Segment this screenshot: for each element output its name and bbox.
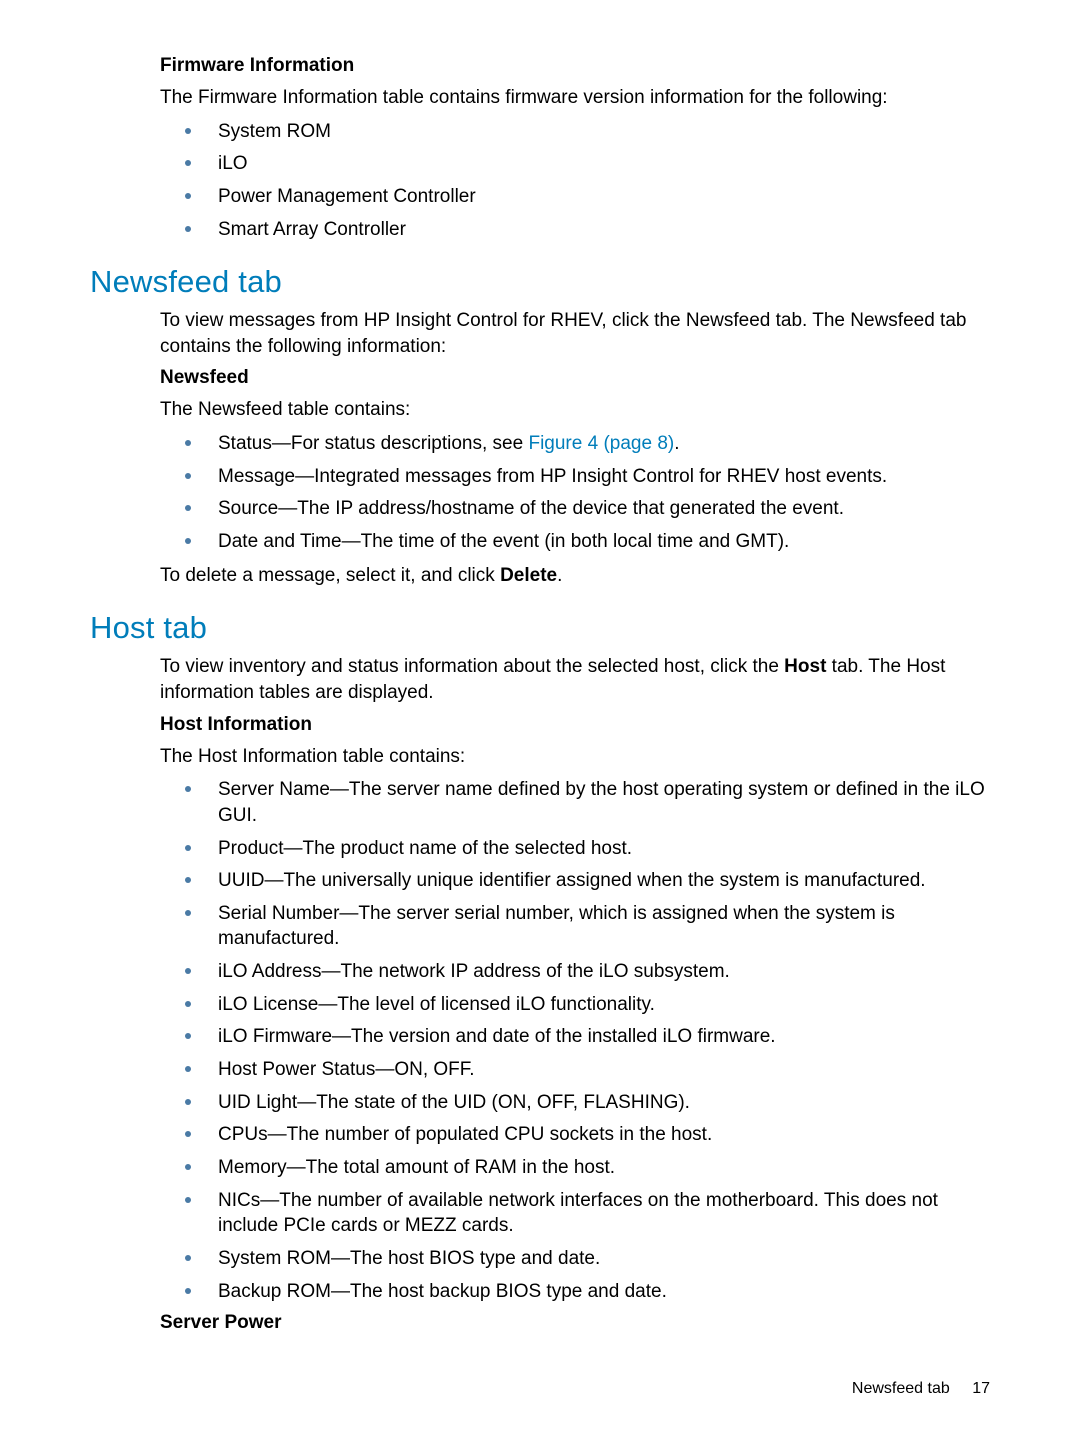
list-item: CPUs—The number of populated CPU sockets…	[160, 1122, 990, 1148]
text: To view inventory and status information…	[160, 656, 784, 677]
list-item: iLO Address—The network IP address of th…	[160, 959, 990, 985]
list-item: Product—The product name of the selected…	[160, 836, 990, 862]
list-item: Message—Integrated messages from HP Insi…	[160, 464, 990, 490]
newsfeed-section-title: Newsfeed tab	[90, 264, 990, 300]
page-content: Firmware Information The Firmware Inform…	[90, 55, 990, 1334]
host-intro: To view inventory and status information…	[160, 654, 990, 705]
list-item: NICs—The number of available network int…	[160, 1188, 990, 1239]
text: .	[674, 433, 679, 454]
firmware-intro: The Firmware Information table contains …	[160, 85, 990, 111]
text: .	[557, 565, 562, 586]
list-item: iLO	[160, 151, 990, 177]
list-item: Power Management Controller	[160, 184, 990, 210]
list-item: Status—For status descriptions, see Figu…	[160, 431, 990, 457]
page-number: 17	[972, 1380, 990, 1397]
list-item: iLO License—The level of licensed iLO fu…	[160, 992, 990, 1018]
host-section-title: Host tab	[90, 610, 990, 646]
newsfeed-intro: To view messages from HP Insight Control…	[160, 308, 990, 359]
newsfeed-delete-note: To delete a message, select it, and clic…	[160, 563, 990, 589]
text: To delete a message, select it, and clic…	[160, 565, 500, 586]
list-item: Server Name—The server name defined by t…	[160, 777, 990, 828]
page-footer: Newsfeed tab 17	[852, 1380, 990, 1398]
firmware-list: System ROM iLO Power Management Controll…	[160, 119, 990, 243]
list-item: System ROM—The host BIOS type and date.	[160, 1246, 990, 1272]
delete-bold: Delete	[500, 565, 557, 586]
list-item: UUID—The universally unique identifier a…	[160, 868, 990, 894]
firmware-heading: Firmware Information	[160, 55, 990, 77]
list-item: Serial Number—The server serial number, …	[160, 901, 990, 952]
newsfeed-list: Status—For status descriptions, see Figu…	[160, 431, 990, 555]
server-power-heading: Server Power	[160, 1312, 990, 1334]
footer-label: Newsfeed tab	[852, 1380, 950, 1397]
list-item: System ROM	[160, 119, 990, 145]
host-info-list: Server Name—The server name defined by t…	[160, 777, 990, 1304]
list-item: Backup ROM—The host backup BIOS type and…	[160, 1279, 990, 1305]
figure-link[interactable]: Figure 4 (page 8)	[528, 433, 674, 454]
list-item: UID Light—The state of the UID (ON, OFF,…	[160, 1090, 990, 1116]
list-item: Host Power Status—ON, OFF.	[160, 1057, 990, 1083]
list-item: iLO Firmware—The version and date of the…	[160, 1024, 990, 1050]
list-item: Memory—The total amount of RAM in the ho…	[160, 1155, 990, 1181]
newsfeed-table-intro: The Newsfeed table contains:	[160, 397, 990, 423]
list-item: Date and Time—The time of the event (in …	[160, 529, 990, 555]
list-item: Source—The IP address/hostname of the de…	[160, 496, 990, 522]
host-table-intro: The Host Information table contains:	[160, 744, 990, 770]
list-item: Smart Array Controller	[160, 217, 990, 243]
host-info-heading: Host Information	[160, 714, 990, 736]
newsfeed-heading: Newsfeed	[160, 367, 990, 389]
host-bold: Host	[784, 656, 826, 677]
text: Status—For status descriptions, see	[218, 433, 528, 454]
